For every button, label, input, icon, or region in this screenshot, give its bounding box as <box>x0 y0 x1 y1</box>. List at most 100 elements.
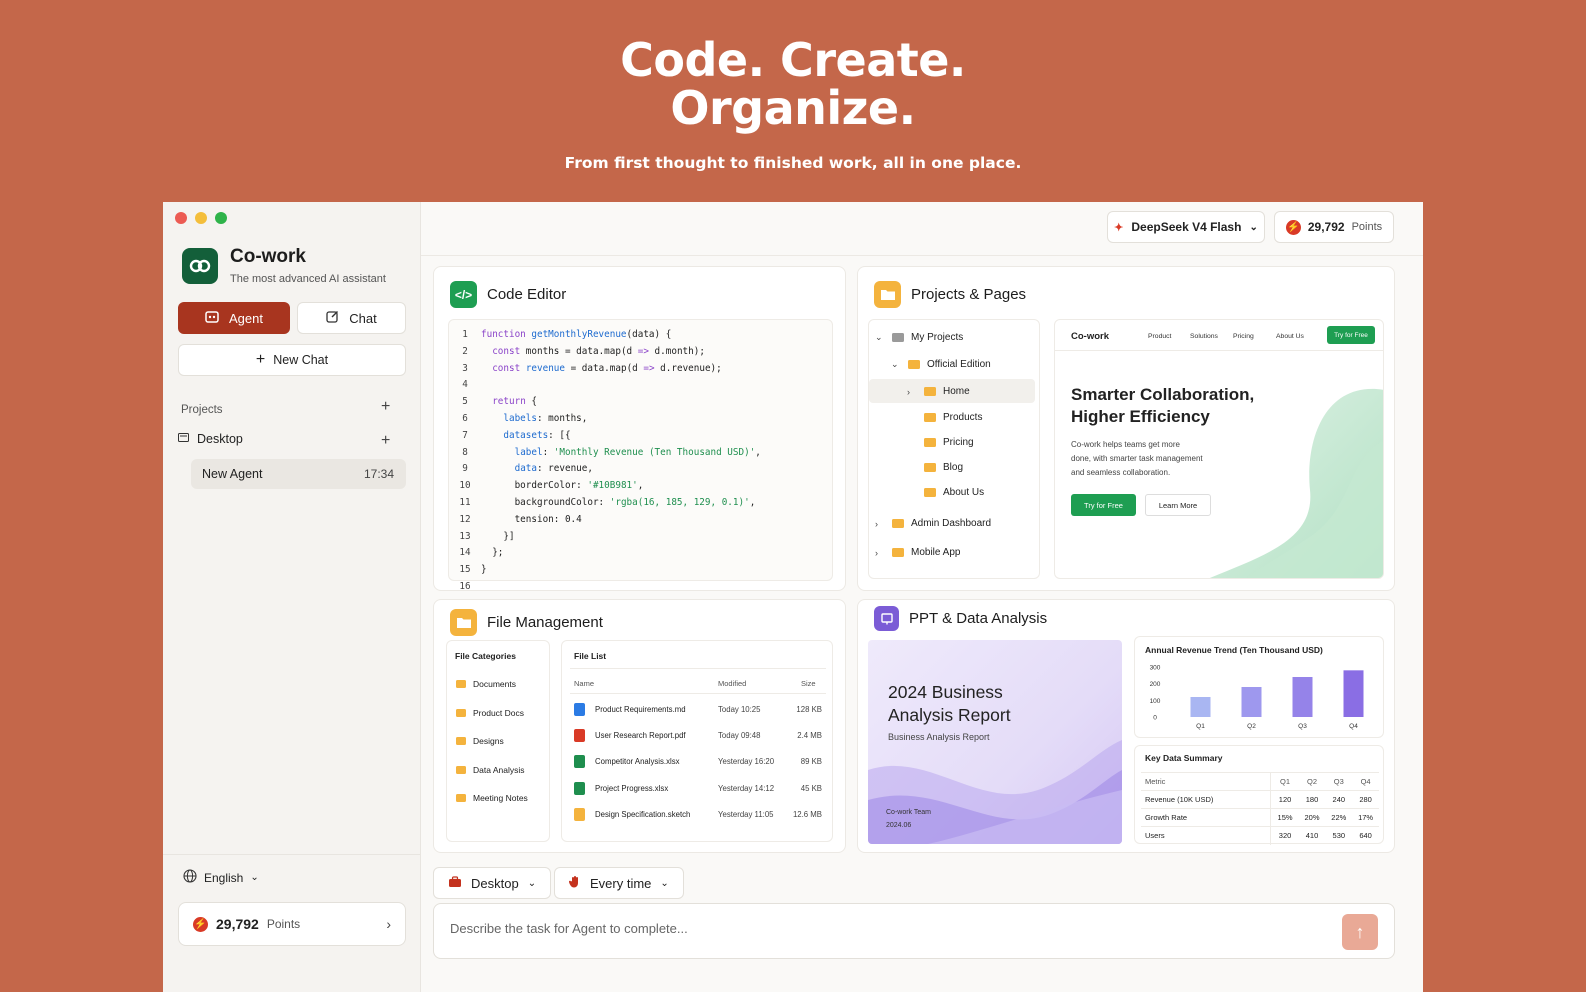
preview-nav-item[interactable]: Pricing <box>1233 333 1276 340</box>
hero-title-line2: Organize. <box>670 81 916 135</box>
file-management-card[interactable]: File Management File Categories Document… <box>433 599 846 853</box>
chevron-right-icon: › <box>386 916 391 932</box>
tree-label: Mobile App <box>911 547 961 558</box>
page-preview[interactable]: Co-work Product Solutions Pricing About … <box>1054 319 1384 579</box>
slide-title-line1: 2024 Business <box>888 682 1003 702</box>
code-token: revenue <box>525 362 565 374</box>
tree-item-about-us[interactable]: About Us <box>924 487 984 498</box>
slide-preview[interactable]: 2024 Business Analysis Report Business A… <box>868 640 1122 844</box>
category-label: Meeting Notes <box>473 793 528 803</box>
preview-nav-cta[interactable]: Try for Free <box>1327 326 1375 344</box>
column-header-size[interactable]: Size <box>801 679 816 688</box>
minimize-dot[interactable] <box>195 212 207 224</box>
tree-label: Blog <box>943 462 964 473</box>
preview-nav-item[interactable]: Product <box>1148 333 1190 340</box>
preview-body: Co-work helps teams get more done, with … <box>1071 438 1203 480</box>
preview-try-button[interactable]: Try for Free <box>1071 494 1136 516</box>
workspace-label: Desktop <box>471 875 519 891</box>
file-row[interactable]: User Research Report.pdf Today 09:48 2.4 M… <box>562 728 834 748</box>
maximize-dot[interactable] <box>215 212 227 224</box>
file-name: Product Requirements.md <box>595 705 686 714</box>
file-row[interactable]: Product Requirements.md Today 10:25 128 KB <box>562 702 834 722</box>
file-name: User Research Report.pdf <box>595 731 686 741</box>
task-input-box[interactable]: ↑ <box>433 903 1395 959</box>
tree-item-products[interactable]: Products <box>924 412 982 423</box>
code-token: : <box>542 446 554 458</box>
language-selector[interactable]: English ⌄ <box>183 869 259 886</box>
category-item[interactable]: Product Docs <box>456 708 524 718</box>
table-header-cell: Q4 <box>1352 772 1379 791</box>
points-card[interactable]: ⚡ 29,792 Points › <box>178 902 406 946</box>
table-cell: 17% <box>1352 808 1379 827</box>
agent-button[interactable]: Agent <box>178 302 290 334</box>
code-icon: </> <box>450 281 477 308</box>
code-line: 2 const months = data.map(d => d.month); <box>449 344 832 361</box>
file-row[interactable]: Competitor Analysis.xlsx Yesterday 16:20 8… <box>562 754 834 774</box>
bolt-icon: ⚡ <box>1285 219 1301 235</box>
preview-nav-item[interactable]: Solutions <box>1190 333 1233 340</box>
column-header-modified[interactable]: Modified <box>718 679 746 688</box>
revenue-chart: Annual Revenue Trend (Ten Thousand USD) … <box>1134 636 1384 738</box>
preview-nav-item[interactable]: About Us <box>1276 333 1320 340</box>
tree-item-admin-dashboard[interactable]: › Admin Dashboard <box>875 518 991 529</box>
file-size: 2.4 MB <box>797 731 822 741</box>
tree-item-pricing[interactable]: Pricing <box>924 437 974 448</box>
file-categories: File Categories Documents Product Docs Des… <box>446 640 550 842</box>
file-row[interactable]: Project Progress.xlsx Yesterday 14:12 45 K… <box>562 781 834 801</box>
tree-item-blog[interactable]: Blog <box>924 462 963 473</box>
tree-item-mobile-app[interactable]: › Mobile App <box>875 547 960 558</box>
add-project-icon[interactable]: + <box>381 398 390 416</box>
tree-item-home[interactable]: › Home <box>907 386 970 397</box>
task-input[interactable] <box>450 921 1250 936</box>
code-token: months = data.map(d <box>520 345 638 357</box>
code-line: 15} <box>449 562 832 579</box>
code-line: 9 data: revenue, <box>449 461 832 478</box>
code-editor-card[interactable]: </> Code Editor 1 function getMonthlyReve… <box>433 266 846 591</box>
divider <box>163 854 421 855</box>
folder-icon <box>908 360 920 369</box>
add-desktop-item-icon[interactable]: + <box>381 432 390 450</box>
summary-table: Metric Q1 Q2 Q3 Q4 Revenue (10K USD) 120 180 240… <box>1141 772 1379 845</box>
chat-button[interactable]: Chat <box>297 302 406 334</box>
tree-item-official-edition[interactable]: ⌄ Official Edition <box>891 359 991 370</box>
code-token: function <box>481 329 532 340</box>
preview-brand: Co-work <box>1071 331 1109 342</box>
send-button[interactable]: ↑ <box>1342 914 1378 950</box>
app-title: Co-work <box>230 246 306 267</box>
code-line: 8 label: 'Monthly Revenue (Ten Thousand … <box>449 445 832 462</box>
code-view[interactable]: 1 function getMonthlyRevenue (data) {2 con… <box>448 319 833 590</box>
sidebar-item-new-agent[interactable]: New Agent 17:34 <box>191 459 406 489</box>
table-cell: Revenue (10K USD) <box>1141 790 1272 809</box>
code-token: , <box>749 496 756 508</box>
slide-subtitle: Business Analysis Report <box>888 732 990 742</box>
folder-icon <box>450 609 477 636</box>
workspace-selector[interactable]: Desktop ⌄ <box>433 867 552 899</box>
preview-learn-button[interactable]: Learn More <box>1145 494 1211 516</box>
category-item[interactable]: Designs <box>456 736 504 746</box>
category-item[interactable]: Meeting Notes <box>456 793 528 803</box>
file-row[interactable]: Design Specification.sketch Yesterday 11:… <box>562 807 834 827</box>
summary-title: Key Data Summary <box>1145 753 1223 763</box>
model-selector[interactable]: ✦ DeepSeek V4 Flash ⌄ <box>1107 211 1265 243</box>
close-dot[interactable] <box>175 212 187 224</box>
sidebar-item-desktop[interactable]: Desktop <box>178 432 243 446</box>
code-token: , <box>637 480 644 492</box>
category-label: Product Docs <box>473 707 525 718</box>
projects-card[interactable]: Projects & Pages ⌄ My Projects ⌄ Officia… <box>857 266 1395 591</box>
code-token: , <box>755 446 761 458</box>
code-token: getMonthlyRevenue <box>531 329 627 340</box>
category-item[interactable]: Documents <box>456 679 516 689</box>
main-area: ✦ DeepSeek V4 Flash ⌄ ⚡ 29,792 Points </… <box>421 202 1423 992</box>
ppt-analysis-card[interactable]: PPT & Data Analysis 2024 Business Analys… <box>857 599 1395 853</box>
chevron-down-icon: ⌄ <box>891 359 899 369</box>
key-data-summary: Key Data Summary Metric Q1 Q2 Q3 Q4 Revenue (… <box>1134 745 1384 845</box>
tree-item-my-projects[interactable]: ⌄ My Projects <box>875 332 963 343</box>
schedule-selector[interactable]: Every time ⌄ <box>554 867 684 899</box>
category-label: Designs <box>473 736 504 746</box>
column-header-name[interactable]: Name <box>574 679 594 688</box>
table-cell: 15% <box>1270 808 1299 827</box>
points-pill[interactable]: ⚡ 29,792 Points <box>1274 211 1394 243</box>
category-item[interactable]: Data Analysis <box>456 765 525 775</box>
new-chat-button[interactable]: + New Chat <box>178 344 406 376</box>
